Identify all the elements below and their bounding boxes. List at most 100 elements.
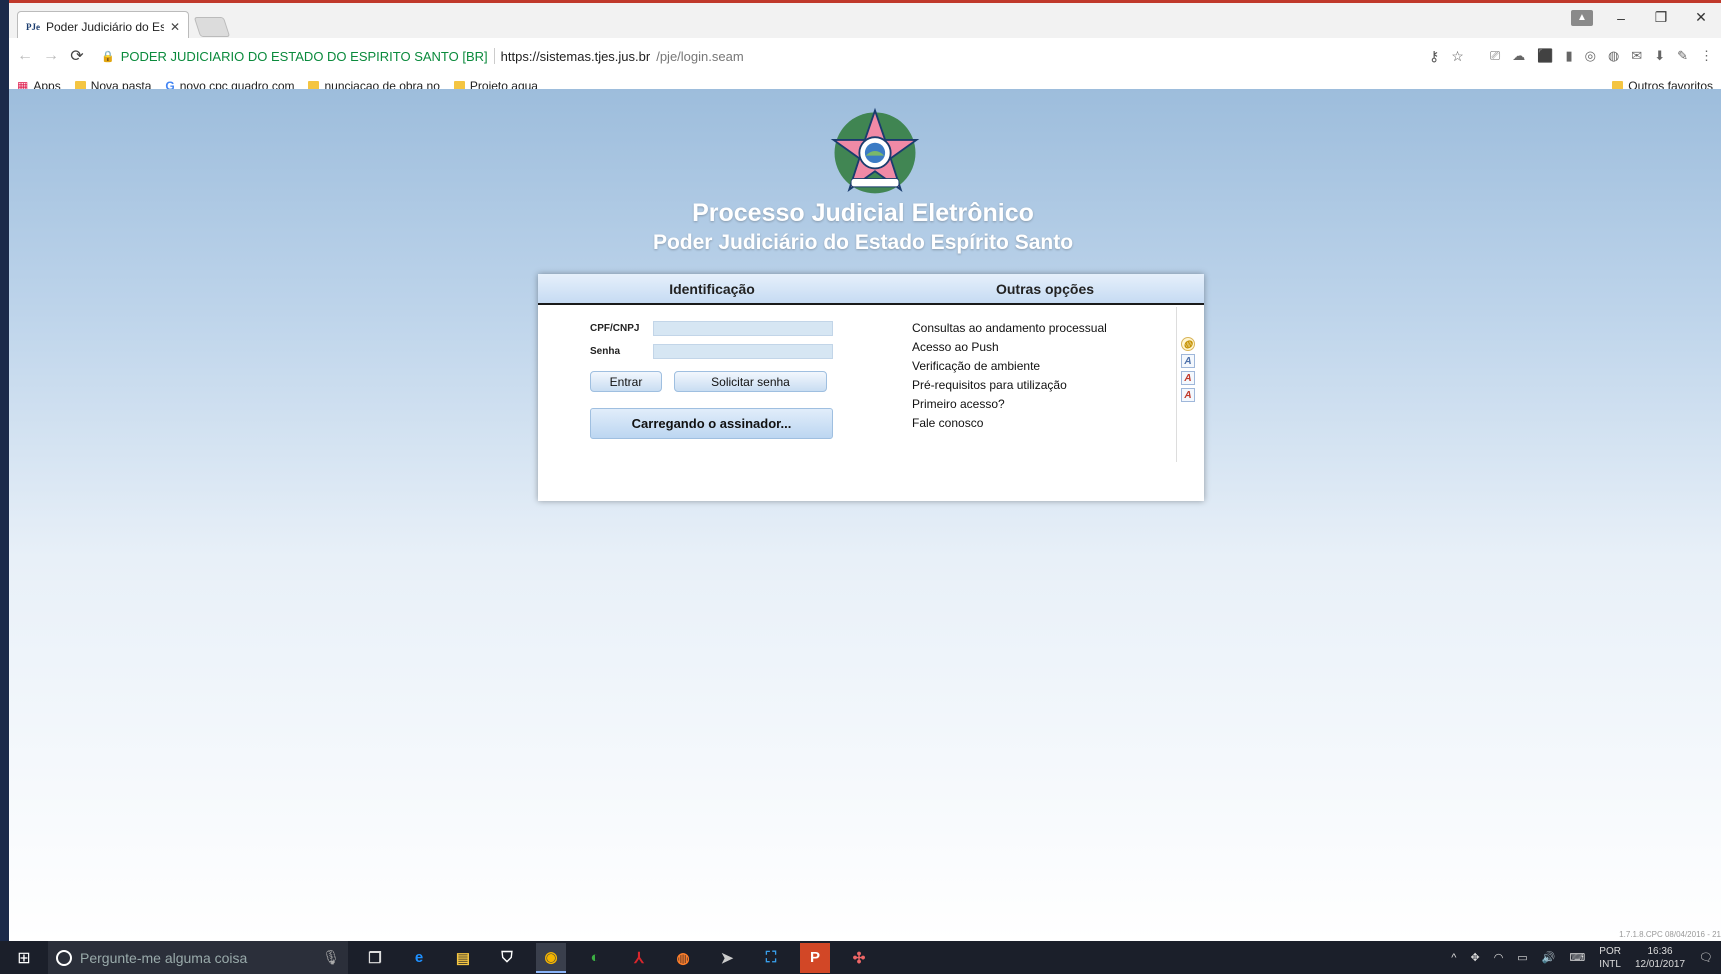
cpf-input[interactable]	[653, 321, 833, 336]
app-green-icon[interactable]: ◐	[580, 943, 610, 973]
password-row: Senha	[590, 344, 833, 359]
start-windows-icon[interactable]: ⊞	[0, 948, 48, 968]
other-options-list: Consultas ao andamento processual Acesso…	[912, 321, 1107, 435]
clock[interactable]: 16:36 12/01/2017	[1635, 945, 1685, 971]
store-icon[interactable]: ⛉	[492, 943, 522, 973]
login-panel: Identificação Outras opções CPF/CNPJ Sen…	[538, 274, 1204, 501]
extension-icons: ⎚ ☁ ⬛ ▮ ◎ ◍ ✉ ⬇ ✎ ⋮	[1490, 48, 1713, 64]
state-coat-of-arms-emblem	[830, 107, 920, 194]
version-text: 1.7.1.8.CPC 08/04/2016 - 21	[1619, 930, 1721, 939]
clock-time: 16:36	[1647, 945, 1673, 957]
cloud-icon[interactable]: ☁	[1512, 48, 1525, 64]
url-path: /pje/login.seam	[656, 48, 744, 64]
windows-taskbar: ⊞ Pergunte-me alguma coisa 🎙 ❐ e ▤ ⛉ ◉ ◐…	[0, 941, 1721, 974]
key-icon[interactable]: ⚷	[1429, 48, 1439, 65]
identification-header: Identificação	[669, 280, 755, 297]
keyboard-icon[interactable]: ⌨	[1569, 951, 1585, 964]
cast-icon[interactable]: ⎚	[1490, 48, 1500, 64]
url-host: https://sistemas.tjes.jus.br	[500, 48, 651, 64]
font-a-flag-icon[interactable]: A	[1181, 371, 1195, 385]
chrome-icon[interactable]: ◉	[536, 942, 566, 973]
keyboard-layout: INTL	[1599, 958, 1621, 970]
cpf-row: CPF/CNPJ	[590, 321, 833, 336]
option-fale-conosco[interactable]: Fale conosco	[912, 416, 1107, 435]
browser-tab[interactable]: PJe Poder Judiciário do Estad ✕	[17, 11, 189, 41]
profile-icon[interactable]: ▲	[1571, 9, 1593, 26]
options-divider	[1176, 307, 1177, 462]
language-code: POR	[1599, 945, 1621, 957]
password-label: Senha	[590, 346, 621, 357]
login-panel-header: Identificação Outras opções	[538, 274, 1204, 305]
title-bar: PJe Poder Judiciário do Estad ✕ ▲ – ❐ ✕	[9, 0, 1721, 41]
signer-loading-button[interactable]: Carregando o assinador...	[590, 408, 833, 439]
app-blue-icon[interactable]: ⛶	[756, 943, 786, 973]
menu-icon[interactable]: ⋮	[1700, 48, 1713, 64]
pje-favicon-icon: PJe	[26, 21, 40, 32]
edge-icon[interactable]: e	[404, 943, 434, 973]
minimize-button[interactable]: –	[1601, 10, 1641, 26]
app-arrow-icon[interactable]: ➤	[712, 943, 742, 973]
font-a-icon[interactable]: A	[1181, 354, 1195, 368]
browser-window: PJe Poder Judiciário do Estad ✕ ▲ – ❐ ✕ …	[9, 0, 1721, 941]
eyedropper-icon[interactable]: ✎	[1677, 48, 1688, 64]
font-a-flag-icon[interactable]: A	[1181, 388, 1195, 402]
page-subtitle: Poder Judiciário do Estado Espírito Sant…	[652, 231, 1074, 254]
option-consultas[interactable]: Consultas ao andamento processual	[912, 321, 1107, 340]
microphone-icon[interactable]: 🎙	[322, 949, 340, 966]
clock-date: 12/01/2017	[1634, 958, 1686, 970]
password-input[interactable]	[653, 344, 833, 359]
cpf-label: CPF/CNPJ	[590, 323, 640, 334]
login-form: CPF/CNPJ Senha Entrar Solicitar senha Ca…	[590, 321, 833, 439]
address-separator	[493, 48, 495, 64]
search-placeholder: Pergunte-me alguma coisa	[80, 949, 248, 966]
cortana-circle-icon	[56, 949, 72, 966]
app-cog-icon[interactable]: ✣	[844, 943, 874, 973]
cortana-search[interactable]: Pergunte-me alguma coisa 🎙	[48, 941, 348, 974]
option-acesso-push[interactable]: Acesso ao Push	[912, 340, 1107, 359]
acrobat-icon[interactable]: ⅄	[624, 943, 654, 973]
page-content: Processo Judicial Eletrônico Poder Judic…	[9, 89, 1721, 941]
download-icon[interactable]: ⬇	[1654, 48, 1665, 64]
other-options-header: Outras opções	[995, 280, 1095, 297]
new-tab-button[interactable]	[193, 17, 231, 37]
notification-icon[interactable]: 🗨	[1699, 951, 1713, 964]
site-identity: PODER JUDICIARIO DO ESTADO DO ESPIRITO S…	[120, 48, 488, 64]
powerpoint-icon[interactable]: P	[800, 942, 830, 973]
extension-icon[interactable]: ▮	[1565, 48, 1572, 64]
extension-icon[interactable]: ⬛	[1537, 48, 1553, 64]
system-tray: ^ ✥ ◠ ▭ 🔊 ⌨ POR INTL 16:36 12/01/2017 🗨	[1451, 945, 1721, 971]
enter-button[interactable]: Entrar	[590, 371, 662, 392]
restore-button[interactable]: ❐	[1641, 9, 1681, 26]
tray-chevron-icon[interactable]: ^	[1451, 952, 1456, 964]
file-explorer-icon[interactable]: ▤	[448, 943, 478, 973]
tab-title: Poder Judiciário do Estad	[46, 19, 164, 34]
option-pre-requisitos[interactable]: Pré-requisitos para utilização	[912, 378, 1107, 397]
page-title: Processo Judicial Eletrônico	[692, 199, 1034, 227]
back-arrow-icon[interactable]: ←	[17, 47, 33, 65]
window-controls: ▲ – ❐ ✕	[1571, 9, 1721, 26]
forward-arrow-icon[interactable]: →	[43, 47, 59, 65]
address-bar[interactable]: 🔒 PODER JUDICIARIO DO ESTADO DO ESPIRITO…	[95, 43, 1480, 69]
wifi-icon[interactable]: ◠	[1494, 951, 1504, 964]
extension-icon[interactable]: ◍	[1608, 48, 1619, 64]
language-indicator[interactable]: POR INTL	[1599, 945, 1621, 971]
request-password-button[interactable]: Solicitar senha	[674, 371, 827, 392]
reload-icon[interactable]: ⟳	[69, 46, 85, 66]
option-verificacao[interactable]: Verificação de ambiente	[912, 359, 1107, 378]
tab-close-icon[interactable]: ✕	[170, 20, 180, 34]
volume-icon[interactable]: 🔊	[1542, 951, 1556, 964]
close-window-button[interactable]: ✕	[1681, 9, 1721, 26]
battery-icon[interactable]: ▭	[1517, 951, 1527, 964]
globe-icon[interactable]: ◍	[1181, 337, 1195, 351]
task-view-icon[interactable]: ❐	[360, 943, 390, 973]
extension-icon[interactable]: ◎	[1585, 48, 1596, 64]
bookmark-star-icon[interactable]: ☆	[1451, 48, 1464, 65]
taskbar-apps: ❐ e ▤ ⛉ ◉ ◐ ⅄ ◍ ➤ ⛶ P ✣	[360, 942, 874, 973]
dropbox-icon[interactable]: ✥	[1470, 951, 1479, 964]
mail-icon[interactable]: ✉	[1631, 48, 1642, 64]
omnibox-icons: ⚷ ☆	[1429, 48, 1464, 65]
browser-toolbar: ← → ⟳ 🔒 PODER JUDICIARIO DO ESTADO DO ES…	[9, 38, 1721, 74]
lock-icon[interactable]: 🔒	[101, 50, 115, 63]
option-primeiro-acesso[interactable]: Primeiro acesso?	[912, 397, 1107, 416]
firefox-icon[interactable]: ◍	[668, 943, 698, 973]
